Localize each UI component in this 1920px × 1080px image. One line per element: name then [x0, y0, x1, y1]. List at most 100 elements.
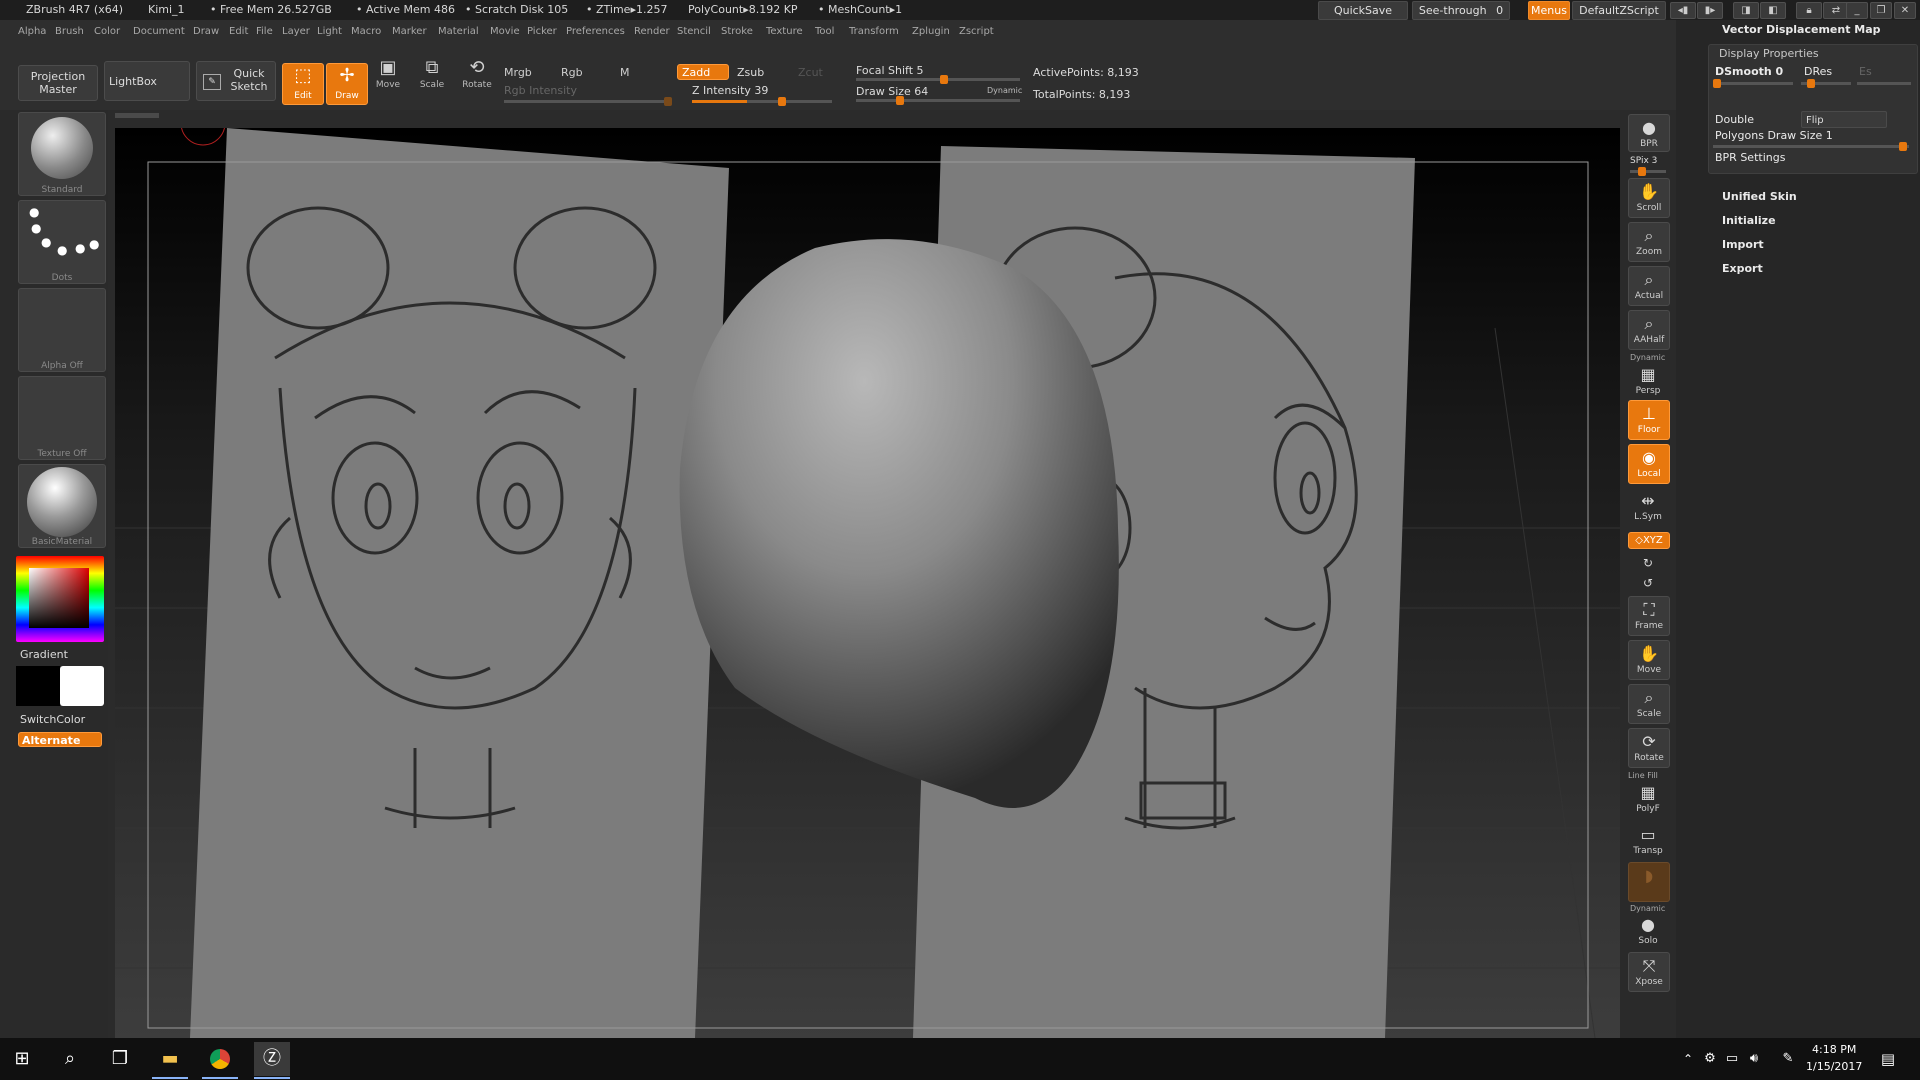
- menu-movie[interactable]: Movie: [490, 26, 520, 37]
- volume-icon[interactable]: 🔊︎: [1740, 1046, 1768, 1072]
- z-intensity-knob[interactable]: [778, 97, 786, 106]
- display-properties-header[interactable]: Display Properties: [1719, 47, 1819, 60]
- zcut-button[interactable]: Zcut: [798, 66, 823, 79]
- scroll-button[interactable]: ✋ Scroll: [1628, 178, 1670, 218]
- menu-picker[interactable]: Picker: [527, 26, 557, 37]
- color-picker[interactable]: [16, 556, 104, 642]
- z-intensity-slider[interactable]: [692, 97, 832, 106]
- frame-button[interactable]: ⛶ Frame: [1628, 596, 1670, 636]
- xyz-button[interactable]: ◇XYZ: [1628, 532, 1670, 549]
- polygons-draw-size-slider[interactable]: [1713, 142, 1909, 151]
- menu-light[interactable]: Light: [317, 26, 342, 37]
- ghost-button[interactable]: ◗: [1628, 862, 1670, 902]
- spix-slider[interactable]: [1630, 167, 1666, 176]
- dsmooth-track[interactable]: [1713, 79, 1793, 88]
- move-view-button[interactable]: ✋ Move: [1628, 640, 1670, 680]
- move-tool-button[interactable]: ▣ Move: [368, 56, 408, 100]
- lsym-button[interactable]: ⇹ L.Sym: [1628, 488, 1668, 526]
- menu-stencil[interactable]: Stencil: [677, 26, 711, 37]
- menu-texture[interactable]: Texture: [766, 26, 803, 37]
- rotate-tool-button[interactable]: ⟲ Rotate: [457, 56, 497, 100]
- xpose-button[interactable]: ⤧ Xpose: [1628, 952, 1670, 992]
- document-canvas[interactable]: [115, 128, 1620, 1038]
- dsmooth-slider[interactable]: DSmooth 0: [1715, 65, 1783, 78]
- see-through-slider[interactable]: See-through 0: [1412, 1, 1510, 20]
- unified-skin-button[interactable]: Unified Skin: [1722, 190, 1797, 203]
- layout-prev-icon[interactable]: ◂▮: [1670, 2, 1696, 19]
- scale-tool-button[interactable]: ⧉ Scale: [412, 56, 452, 100]
- menu-transform[interactable]: Transform: [849, 26, 899, 37]
- aahalf-button[interactable]: ⌕ AAHalf: [1628, 310, 1670, 350]
- rgb-intensity-knob[interactable]: [664, 97, 672, 106]
- stroke-selector[interactable]: ● ● ● ● ● ● Dots: [18, 200, 106, 284]
- edit-button[interactable]: ⬚ Edit: [282, 63, 324, 105]
- quicksave-button[interactable]: QuickSave: [1318, 1, 1408, 20]
- actual-button[interactable]: ⌕ Actual: [1628, 266, 1670, 306]
- zoom-button[interactable]: ⌕ Zoom: [1628, 222, 1670, 262]
- flip-button[interactable]: Flip: [1801, 111, 1887, 128]
- rotate-z-icon[interactable]: ↺: [1628, 572, 1668, 590]
- lightbox-button[interactable]: LightBox: [104, 61, 190, 101]
- menu-tool[interactable]: Tool: [815, 26, 834, 37]
- menu-marker[interactable]: Marker: [392, 26, 427, 37]
- menu-preferences[interactable]: Preferences: [566, 26, 625, 37]
- layout-cycle-icon[interactable]: ◨: [1733, 2, 1759, 19]
- polyf-button[interactable]: ▦ PolyF: [1628, 780, 1668, 814]
- import-button[interactable]: Import: [1722, 238, 1764, 251]
- restore-icon[interactable]: ❐: [1870, 2, 1892, 19]
- polygons-draw-size-label[interactable]: Polygons Draw Size 1: [1715, 129, 1833, 142]
- windows-start-icon[interactable]: ⊞: [8, 1046, 36, 1072]
- lock-icon[interactable]: 🔒︎: [1796, 2, 1822, 19]
- mrgb-button[interactable]: Mrgb: [504, 66, 532, 79]
- material-selector[interactable]: BasicMaterial: [18, 464, 106, 548]
- bpr-button[interactable]: ● BPR: [1628, 114, 1670, 152]
- dres-track[interactable]: [1801, 79, 1851, 88]
- menu-material[interactable]: Material: [438, 26, 479, 37]
- focal-shift-slider[interactable]: [856, 75, 1020, 84]
- layout-alt-icon[interactable]: ◧: [1760, 2, 1786, 19]
- rgb-intensity-slider[interactable]: [504, 97, 672, 106]
- menu-edit[interactable]: Edit: [229, 26, 248, 37]
- es-track[interactable]: [1857, 82, 1911, 85]
- canvas-scrollbar[interactable]: [115, 113, 159, 118]
- close-icon[interactable]: ✕: [1894, 2, 1916, 19]
- default-zscript-button[interactable]: DefaultZScript: [1572, 1, 1666, 20]
- zsub-button[interactable]: Zsub: [737, 66, 764, 79]
- es-slider[interactable]: Es: [1859, 65, 1872, 78]
- draw-size-knob[interactable]: [896, 96, 904, 105]
- menu-file[interactable]: File: [256, 26, 273, 37]
- draw-size-slider[interactable]: [856, 96, 1020, 105]
- spix-knob[interactable]: [1638, 167, 1646, 176]
- spix-label[interactable]: SPix 3: [1630, 156, 1657, 166]
- menu-layer[interactable]: Layer: [282, 26, 310, 37]
- dres-slider[interactable]: DRes: [1804, 65, 1832, 78]
- dsmooth-knob[interactable]: [1713, 79, 1721, 88]
- scale-view-button[interactable]: ⌕ Scale: [1628, 684, 1670, 724]
- m-button[interactable]: M: [620, 66, 630, 79]
- quick-sketch-button[interactable]: ✎ Quick Sketch: [196, 61, 276, 101]
- dynamic-toggle[interactable]: Dynamic: [987, 86, 1022, 95]
- menu-draw[interactable]: Draw: [193, 26, 219, 37]
- menu-render[interactable]: Render: [634, 26, 670, 37]
- action-center-icon[interactable]: ▤: [1874, 1046, 1902, 1072]
- rotate-y-icon[interactable]: ↻: [1628, 552, 1668, 570]
- floor-button[interactable]: ⊥ Floor: [1628, 400, 1670, 440]
- menu-zscript[interactable]: Zscript: [959, 26, 994, 37]
- draw-button[interactable]: ✢ Draw: [326, 63, 368, 105]
- file-explorer-icon[interactable]: ▬: [156, 1046, 184, 1072]
- vector-displacement-map-header[interactable]: Vector Displacement Map: [1722, 23, 1881, 36]
- initialize-button[interactable]: Initialize: [1722, 214, 1776, 227]
- menu-macro[interactable]: Macro: [351, 26, 381, 37]
- rgb-button[interactable]: Rgb: [561, 66, 583, 79]
- menu-document[interactable]: Document: [133, 26, 185, 37]
- pen-icon[interactable]: ✎: [1774, 1046, 1802, 1072]
- zbrush-taskbar-icon[interactable]: Ⓩ: [254, 1042, 290, 1076]
- alternate-button[interactable]: Alternate: [18, 732, 102, 747]
- chrome-icon[interactable]: [206, 1046, 234, 1072]
- menu-alpha[interactable]: Alpha: [18, 26, 46, 37]
- menu-brush[interactable]: Brush: [55, 26, 84, 37]
- alpha-selector[interactable]: Alpha Off: [18, 288, 106, 372]
- texture-selector[interactable]: Texture Off: [18, 376, 106, 460]
- gradient-label[interactable]: Gradient: [20, 648, 68, 661]
- brush-selector[interactable]: Standard: [18, 112, 106, 196]
